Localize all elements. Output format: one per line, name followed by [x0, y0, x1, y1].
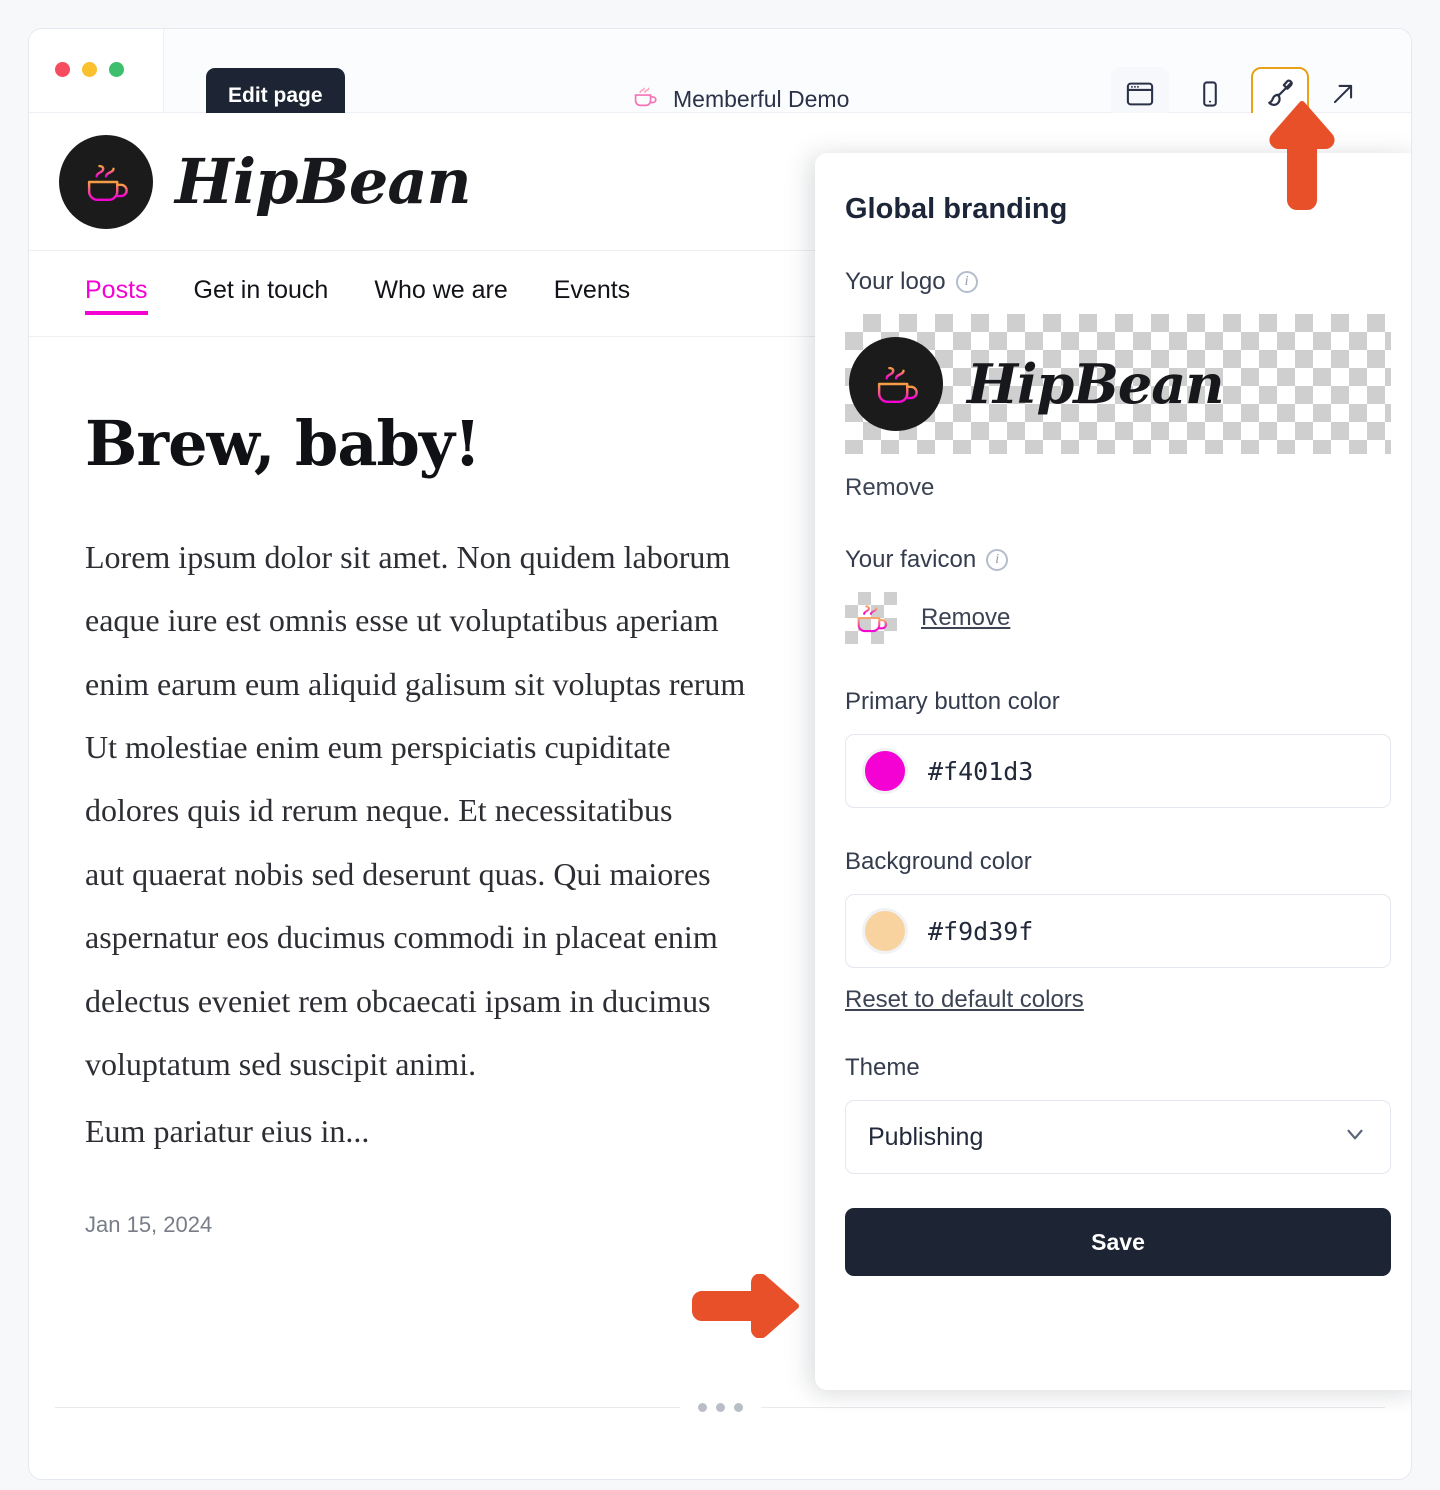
close-window-icon[interactable]	[55, 62, 70, 77]
nav-item-posts[interactable]: Posts	[85, 276, 148, 315]
divider-rule-right	[760, 1407, 1385, 1408]
theme-select[interactable]: Publishing	[845, 1100, 1391, 1174]
divider-dot	[715, 1403, 725, 1412]
info-icon[interactable]: i	[955, 271, 978, 293]
site-title-text: Memberful Demo	[673, 85, 850, 112]
save-button[interactable]: Save	[845, 1208, 1391, 1276]
background-color-swatch[interactable]	[862, 908, 908, 954]
minimize-window-icon[interactable]	[82, 62, 97, 77]
annotation-arrow-right	[692, 1273, 802, 1343]
chevron-down-icon	[1342, 1121, 1368, 1154]
post-divider	[55, 1403, 1385, 1412]
logo-field-label: Your logo i	[845, 268, 1389, 296]
primary-color-label: Primary button color	[845, 688, 1389, 716]
annotation-arrow-up	[1268, 100, 1336, 215]
divider-dot	[697, 1403, 707, 1412]
nav-item-who-we-are[interactable]: Who we are	[374, 276, 507, 312]
global-branding-panel: Global branding Your logo i HipBean Remo…	[815, 153, 1411, 1390]
favicon-row: Remove	[845, 592, 1389, 644]
brand-logo-icon	[59, 134, 153, 229]
primary-color-label-text: Primary button color	[845, 688, 1060, 715]
mobile-view-icon	[1195, 79, 1225, 114]
theme-label-text: Theme	[845, 1054, 920, 1081]
logo-preview-mark-icon	[849, 337, 943, 431]
maximize-window-icon[interactable]	[109, 62, 124, 77]
background-color-value: #f9d39f	[928, 916, 1034, 946]
favicon-field-label: Your favicon i	[845, 546, 1389, 574]
favicon-label-text: Your favicon	[845, 546, 977, 573]
favicon-remove-link[interactable]: Remove	[921, 604, 1010, 632]
divider-dot	[733, 1403, 743, 1412]
background-color-label-text: Background color	[845, 848, 1032, 875]
favicon-preview[interactable]	[845, 592, 897, 644]
info-icon[interactable]: i	[986, 549, 1009, 571]
reset-colors-link[interactable]: Reset to default colors	[845, 986, 1084, 1014]
logo-preview-wordmark: HipBean	[967, 352, 1225, 416]
primary-color-swatch[interactable]	[862, 748, 908, 794]
traffic-lights	[55, 62, 124, 77]
primary-color-value: #f401d3	[928, 756, 1034, 786]
logo-remove-link[interactable]: Remove	[845, 474, 934, 502]
theme-selected-value: Publishing	[868, 1122, 984, 1151]
theme-label: Theme	[845, 1054, 1389, 1082]
browser-window: Edit page Memberful Demo HipBean Posts G…	[28, 28, 1412, 1480]
divider-rule-left	[55, 1407, 680, 1408]
divider-dots	[697, 1403, 743, 1412]
background-color-label: Background color	[845, 848, 1389, 876]
brand-name: HipBean	[175, 145, 472, 218]
nav-item-get-in-touch[interactable]: Get in touch	[194, 276, 329, 312]
logo-preview[interactable]: HipBean	[845, 314, 1391, 454]
primary-color-input[interactable]: #f401d3	[845, 734, 1391, 808]
logo-label-text: Your logo	[845, 268, 946, 295]
browser-chrome: Edit page Memberful Demo	[29, 29, 1411, 125]
site-title: Memberful Demo	[629, 81, 849, 117]
desktop-view-icon	[1125, 79, 1155, 114]
site-favicon-icon	[629, 81, 659, 117]
background-color-input[interactable]: #f9d39f	[845, 894, 1391, 968]
nav-item-events[interactable]: Events	[554, 276, 630, 312]
